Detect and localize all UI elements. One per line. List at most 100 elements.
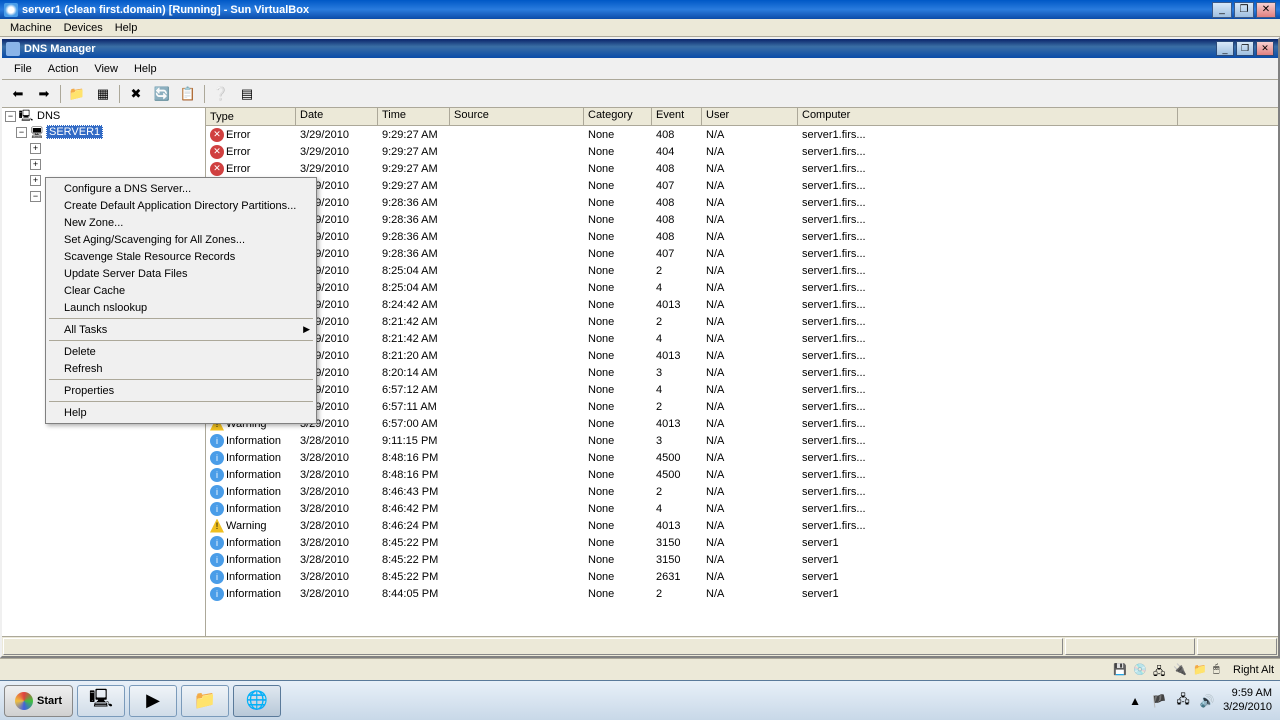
event-row[interactable]: !Warning3/29/20106:57:00 AMNone4013N/Ase…: [206, 415, 1278, 432]
tree-expander-icon[interactable]: +: [30, 159, 41, 170]
event-row[interactable]: ✕Error3/29/20109:29:27 AMNone404N/Aserve…: [206, 143, 1278, 160]
ctx-delete[interactable]: Delete: [48, 343, 314, 360]
event-row[interactable]: !Warning3/28/20108:46:24 PMNone4013N/Ase…: [206, 517, 1278, 534]
col-header-category[interactable]: Category: [584, 108, 652, 125]
properties-button[interactable]: ▤: [235, 83, 259, 105]
event-row[interactable]: iInformation3/28/20108:48:16 PMNone4500N…: [206, 466, 1278, 483]
col-header-user[interactable]: User: [702, 108, 798, 125]
event-row[interactable]: iInformation3/28/20108:46:43 PMNone2N/As…: [206, 483, 1278, 500]
ctx-all-tasks[interactable]: All Tasks▶: [48, 321, 314, 338]
dns-menu-help[interactable]: Help: [126, 61, 165, 77]
ctx-clear-cache[interactable]: Clear Cache: [48, 282, 314, 299]
help-button[interactable]: ❔: [209, 83, 233, 105]
ctx-set-aging[interactable]: Set Aging/Scavenging for All Zones...: [48, 231, 314, 248]
show-hide-tree-button[interactable]: ▦: [91, 83, 115, 105]
event-row[interactable]: iInformation3/29/20108:25:04 AMNone4N/As…: [206, 279, 1278, 296]
taskbar-server-manager[interactable]: 🖳: [77, 685, 125, 717]
col-header-type[interactable]: Type: [206, 108, 296, 125]
event-row[interactable]: iInformation3/29/20108:25:04 AMNone2N/As…: [206, 262, 1278, 279]
taskbar-powershell[interactable]: ▶: [129, 685, 177, 717]
event-row[interactable]: iInformation3/29/20106:57:11 AMNone2N/As…: [206, 398, 1278, 415]
tray-action-center-icon[interactable]: 🏴: [1151, 693, 1167, 709]
ctx-launch-nslookup[interactable]: Launch nslookup: [48, 299, 314, 316]
event-row[interactable]: iInformation3/28/20108:45:22 PMNone3150N…: [206, 551, 1278, 568]
vbox-minimize-button[interactable]: _: [1212, 2, 1232, 18]
ctx-refresh[interactable]: Refresh: [48, 360, 314, 377]
taskbar-clock[interactable]: 9:59 AM 3/29/2010: [1223, 687, 1272, 713]
tree-expander-icon[interactable]: −: [5, 111, 16, 122]
vbox-close-button[interactable]: ✕: [1256, 2, 1276, 18]
event-row[interactable]: iInformation3/28/20108:44:05 PMNone2N/As…: [206, 585, 1278, 602]
tree-child-node[interactable]: +: [2, 140, 205, 156]
event-row[interactable]: !Warning3/29/20108:24:42 AMNone4013N/Ase…: [206, 296, 1278, 313]
forward-button[interactable]: ➡: [32, 83, 56, 105]
tray-network-icon[interactable]: 🖧: [1175, 693, 1191, 709]
ctx-scavenge[interactable]: Scavenge Stale Resource Records: [48, 248, 314, 265]
event-row[interactable]: ✕Error3/29/20109:29:27 AMNone407N/Aserve…: [206, 177, 1278, 194]
tree-child-node[interactable]: +: [2, 156, 205, 172]
ctx-properties[interactable]: Properties: [48, 382, 314, 399]
event-row[interactable]: iInformation3/28/20109:11:15 PMNone3N/As…: [206, 432, 1278, 449]
tray-expand-icon[interactable]: ▲: [1127, 693, 1143, 709]
tree-expander-icon[interactable]: −: [16, 127, 27, 138]
event-row[interactable]: ✕Error3/29/20109:29:27 AMNone408N/Aserve…: [206, 126, 1278, 143]
delete-button[interactable]: ✖: [124, 83, 148, 105]
event-row[interactable]: iInformation3/29/20108:20:14 AMNone3N/As…: [206, 364, 1278, 381]
col-header-time[interactable]: Time: [378, 108, 450, 125]
ctx-configure-dns[interactable]: Configure a DNS Server...: [48, 180, 314, 197]
taskbar-explorer[interactable]: 📁: [181, 685, 229, 717]
vbox-usb-icon: 🔌: [1173, 663, 1187, 677]
row-category: None: [584, 384, 652, 396]
event-row[interactable]: ✕Error3/29/20109:29:27 AMNone408N/Aserve…: [206, 160, 1278, 177]
col-header-date[interactable]: Date: [296, 108, 378, 125]
event-row[interactable]: iInformation3/28/20108:45:22 PMNone2631N…: [206, 568, 1278, 585]
refresh-button[interactable]: 🔄: [150, 83, 174, 105]
row-computer: server1.firs...: [798, 486, 1178, 498]
up-button[interactable]: 📁: [65, 83, 89, 105]
vbox-maximize-button[interactable]: ❐: [1234, 2, 1254, 18]
dns-menu-view[interactable]: View: [86, 61, 126, 77]
event-row[interactable]: iInformation3/29/20106:57:12 AMNone4N/As…: [206, 381, 1278, 398]
dns-menu-action[interactable]: Action: [40, 61, 87, 77]
row-user: N/A: [702, 520, 798, 532]
taskbar-dns-manager[interactable]: 🌐: [233, 685, 281, 717]
tree-server-node[interactable]: − 🖥 SERVER1: [2, 124, 205, 140]
event-row[interactable]: !Warning3/29/20108:21:20 AMNone4013N/Ase…: [206, 347, 1278, 364]
dns-close-button[interactable]: ✕: [1256, 41, 1274, 56]
col-header-event[interactable]: Event: [652, 108, 702, 125]
vbox-net-icon: 🖧: [1153, 663, 1167, 677]
tree-root-dns[interactable]: − 🖳 DNS: [2, 108, 205, 124]
tray-volume-icon[interactable]: 🔊: [1199, 693, 1215, 709]
event-row[interactable]: iInformation3/29/20108:21:42 AMNone4N/As…: [206, 330, 1278, 347]
dns-restore-button[interactable]: ❐: [1236, 41, 1254, 56]
ctx-help[interactable]: Help: [48, 404, 314, 421]
server-icon: 🖥: [30, 125, 44, 139]
event-row[interactable]: ✕Error3/29/20109:28:36 AMNone408N/Aserve…: [206, 211, 1278, 228]
ctx-new-zone[interactable]: New Zone...: [48, 214, 314, 231]
start-button[interactable]: Start: [4, 685, 73, 717]
vbox-menu-devices[interactable]: Devices: [58, 22, 109, 34]
event-row[interactable]: ✕Error3/29/20109:28:36 AMNone408N/Aserve…: [206, 194, 1278, 211]
col-header-source[interactable]: Source: [450, 108, 584, 125]
event-row[interactable]: ✕Error3/29/20109:28:36 AMNone408N/Aserve…: [206, 228, 1278, 245]
list-body[interactable]: ✕Error3/29/20109:29:27 AMNone408N/Aserve…: [206, 126, 1278, 636]
row-user: N/A: [702, 350, 798, 362]
ctx-update-data-files[interactable]: Update Server Data Files: [48, 265, 314, 282]
ctx-create-partitions[interactable]: Create Default Application Directory Par…: [48, 197, 314, 214]
event-row[interactable]: iInformation3/28/20108:46:42 PMNone4N/As…: [206, 500, 1278, 517]
event-row[interactable]: iInformation3/29/20108:21:42 AMNone2N/As…: [206, 313, 1278, 330]
event-row[interactable]: ✕Error3/29/20109:28:36 AMNone407N/Aserve…: [206, 245, 1278, 262]
tree-expander-icon[interactable]: −: [30, 191, 41, 202]
dns-minimize-button[interactable]: _: [1216, 41, 1234, 56]
vbox-menu-machine[interactable]: Machine: [4, 22, 58, 34]
col-header-computer[interactable]: Computer: [798, 108, 1178, 125]
dns-menu-file[interactable]: File: [6, 61, 40, 77]
event-row[interactable]: iInformation3/28/20108:48:16 PMNone4500N…: [206, 449, 1278, 466]
export-list-button[interactable]: 📋: [176, 83, 200, 105]
event-row[interactable]: iInformation3/28/20108:45:22 PMNone3150N…: [206, 534, 1278, 551]
tree-expander-icon[interactable]: +: [30, 143, 41, 154]
tree-expander-icon[interactable]: +: [30, 175, 41, 186]
vbox-menu-help[interactable]: Help: [109, 22, 144, 34]
row-computer: server1.firs...: [798, 418, 1178, 430]
back-button[interactable]: ⬅: [6, 83, 30, 105]
